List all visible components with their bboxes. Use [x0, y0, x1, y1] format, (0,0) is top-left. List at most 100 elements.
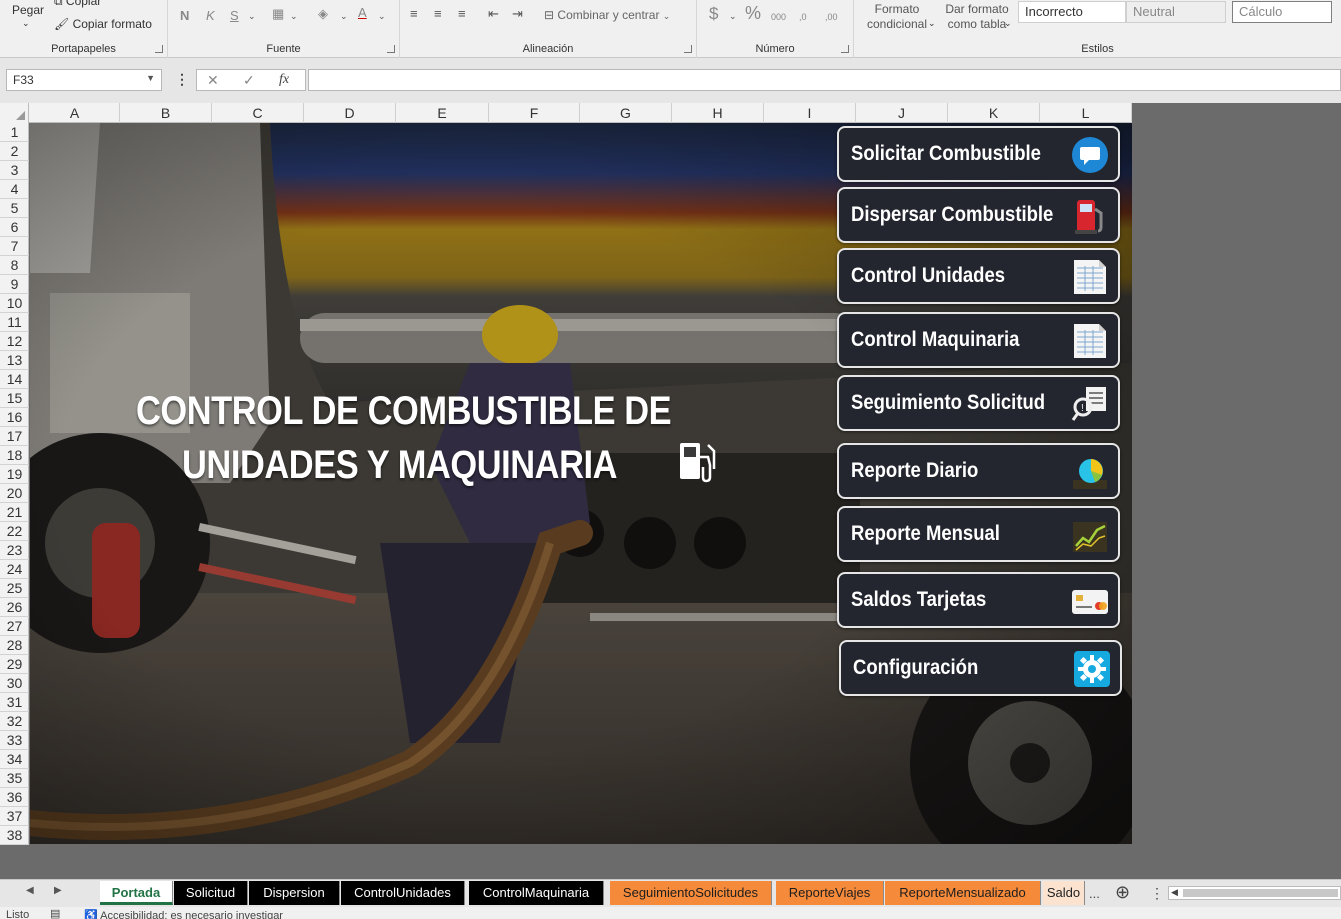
add-sheet-icon[interactable]: ⊕ [1115, 882, 1130, 903]
scroll-left-icon[interactable]: ◀ [1171, 887, 1178, 898]
row-header[interactable]: 1 [0, 123, 29, 142]
row-header[interactable]: 31 [0, 693, 29, 712]
sheet-tab-reporteviajes[interactable]: ReporteViajes [776, 881, 884, 905]
column-header[interactable]: J [856, 103, 948, 123]
percent-button[interactable]: % [745, 4, 761, 22]
row-header[interactable]: 20 [0, 484, 29, 503]
sheet-tab-solicitud[interactable]: Solicitud [174, 881, 248, 905]
scroll-left-icon[interactable]: ◀ [26, 885, 34, 896]
sheet-tab-dispersion[interactable]: Dispersion [249, 881, 340, 905]
row-header[interactable]: 14 [0, 370, 29, 389]
row-header[interactable]: 8 [0, 256, 29, 275]
fill-dropdown-icon[interactable]: ⌄ [340, 8, 348, 24]
nav-button-control-unidades[interactable]: Control Unidades [837, 248, 1120, 304]
row-header[interactable]: 33 [0, 731, 29, 750]
style-calculation[interactable]: Cálculo [1232, 1, 1332, 23]
fill-color-icon[interactable]: ◈ [318, 6, 328, 22]
select-all-button[interactable] [0, 103, 29, 123]
row-header[interactable]: 38 [0, 826, 29, 845]
paste-button[interactable]: Pegar [12, 3, 44, 17]
row-header[interactable]: 7 [0, 237, 29, 256]
scroll-right-icon[interactable]: ▶ [54, 885, 62, 896]
currency-button[interactable]: $ [709, 5, 718, 22]
dialog-launcher-icon[interactable] [387, 45, 395, 53]
row-header[interactable]: 19 [0, 465, 29, 484]
accessibility-status[interactable]: ♿ Accesibilidad: es necesario investigar [84, 909, 283, 919]
thousands-button[interactable]: 000 [771, 9, 786, 25]
row-header[interactable]: 15 [0, 389, 29, 408]
row-header[interactable]: 6 [0, 218, 29, 237]
format-painter-button[interactable]: 🖌 Copiar formato [54, 17, 152, 31]
nav-button-configuracion[interactable]: Configuración [839, 640, 1122, 696]
increase-decimal-button[interactable]: ,0 [799, 9, 807, 25]
nav-button-seguimiento-solicitud[interactable]: Seguimiento Solicitud! [837, 375, 1120, 431]
name-box[interactable]: F33 ▼ [6, 69, 162, 91]
row-header[interactable]: 28 [0, 636, 29, 655]
underline-button[interactable]: S [230, 8, 239, 24]
row-header[interactable]: 24 [0, 560, 29, 579]
style-neutral[interactable]: Neutral [1126, 1, 1226, 23]
horizontal-scrollbar[interactable]: ◀ [1168, 886, 1341, 900]
row-header[interactable]: 13 [0, 351, 29, 370]
row-header[interactable]: 36 [0, 788, 29, 807]
font-color-icon[interactable]: A [358, 5, 367, 21]
chevron-down-icon[interactable]: ▼ [146, 73, 155, 83]
more-tabs-button[interactable]: ... [1089, 886, 1100, 901]
more-options-icon[interactable]: ⋮ [1150, 885, 1164, 902]
row-header[interactable]: 18 [0, 446, 29, 465]
borders-icon[interactable]: ▦ [272, 6, 284, 22]
copy-button[interactable]: ⧉ Copiar [54, 0, 101, 9]
cancel-icon[interactable]: ✕ [207, 72, 219, 89]
italic-button[interactable]: K [206, 8, 215, 24]
row-header[interactable]: 10 [0, 294, 29, 313]
nav-button-solicitar-combustible[interactable]: Solicitar Combustible [837, 126, 1120, 182]
nav-button-control-maquinaria[interactable]: Control Maquinaria [837, 312, 1120, 368]
row-header[interactable]: 12 [0, 332, 29, 351]
row-header[interactable]: 22 [0, 522, 29, 541]
row-header[interactable]: 29 [0, 655, 29, 674]
row-header[interactable]: 34 [0, 750, 29, 769]
align-right-icon[interactable]: ≡ [458, 6, 466, 22]
nav-button-dispersar-combustible[interactable]: Dispersar Combustible [837, 187, 1120, 243]
scrollbar-thumb[interactable] [1183, 889, 1338, 897]
increase-indent-icon[interactable]: ⇥ [512, 6, 523, 22]
column-header[interactable]: I [764, 103, 856, 123]
row-header[interactable]: 37 [0, 807, 29, 826]
nav-button-reporte-diario[interactable]: Reporte Diario [837, 443, 1120, 499]
decrease-indent-icon[interactable]: ⇤ [488, 6, 499, 22]
currency-dropdown-icon[interactable]: ⌄ [729, 8, 737, 24]
sheet-tab-portada[interactable]: Portada [100, 881, 173, 905]
sheet-tab-saldo[interactable]: Saldo [1043, 881, 1085, 905]
dialog-launcher-icon[interactable] [841, 45, 849, 53]
borders-dropdown-icon[interactable]: ⌄ [290, 8, 298, 24]
row-header[interactable]: 30 [0, 674, 29, 693]
row-header[interactable]: 25 [0, 579, 29, 598]
column-header[interactable]: D [304, 103, 396, 123]
sheet-tab-seguimientosolicitudes[interactable]: SeguimientoSolicitudes [610, 881, 772, 905]
column-header[interactable]: B [120, 103, 212, 123]
bold-button[interactable]: N [180, 8, 189, 24]
sheet-tab-controlmaquinaria[interactable]: ControlMaquinaria [469, 881, 604, 905]
decrease-decimal-button[interactable]: ,00 [825, 9, 838, 25]
dialog-launcher-icon[interactable] [155, 45, 163, 53]
column-header[interactable]: E [396, 103, 489, 123]
row-header[interactable]: 26 [0, 598, 29, 617]
column-header[interactable]: L [1040, 103, 1132, 123]
font-color-dropdown-icon[interactable]: ⌄ [378, 8, 386, 24]
column-header[interactable]: C [212, 103, 304, 123]
formula-input[interactable] [308, 69, 1341, 91]
row-header[interactable]: 27 [0, 617, 29, 636]
dialog-launcher-icon[interactable] [684, 45, 692, 53]
align-left-icon[interactable]: ≡ [410, 6, 418, 22]
align-center-icon[interactable]: ≡ [434, 6, 442, 22]
row-header[interactable]: 23 [0, 541, 29, 560]
column-header[interactable]: A [30, 103, 120, 123]
row-header[interactable]: 4 [0, 180, 29, 199]
sheet-tab-controlunidades[interactable]: ControlUnidades [341, 881, 465, 905]
nav-button-saldos-tarjetas[interactable]: Saldos Tarjetas [837, 572, 1120, 628]
row-header[interactable]: 5 [0, 199, 29, 218]
row-header[interactable]: 11 [0, 313, 29, 332]
row-header[interactable]: 21 [0, 503, 29, 522]
row-header[interactable]: 32 [0, 712, 29, 731]
conditional-format-button[interactable]: Formato condicional [860, 2, 934, 32]
